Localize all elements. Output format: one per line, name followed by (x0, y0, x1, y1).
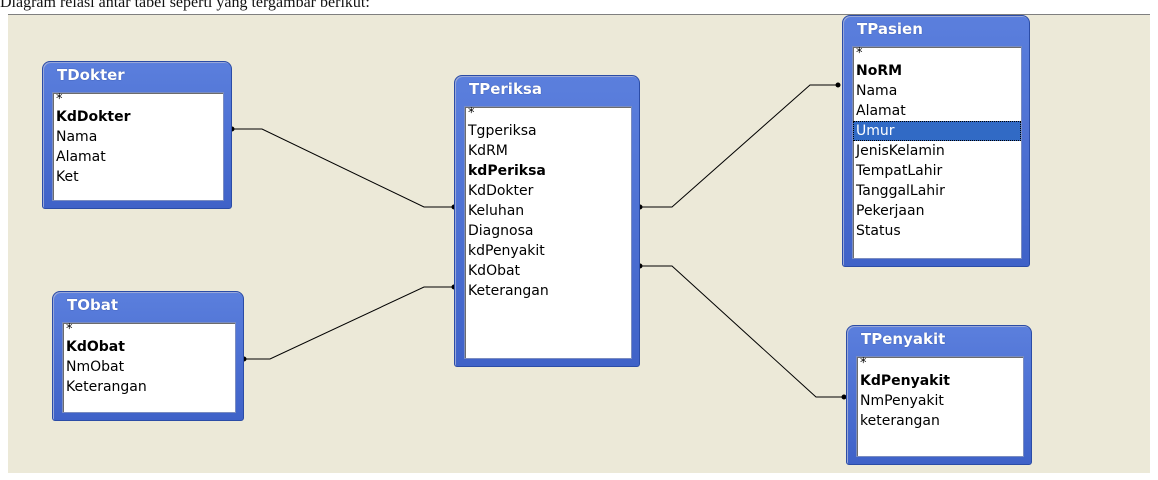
link-dokter-periksa (229, 126, 457, 210)
field-tpenyakit-kdpenyakit[interactable]: KdPenyakit (857, 371, 1023, 391)
relationships-canvas[interactable]: TDokter * KdDokter Nama Alamat Ket TObat * Kd… (8, 14, 1150, 473)
field-tobat-keterangan[interactable]: Keterangan (63, 377, 235, 397)
field-tpasien-umur[interactable]: Umur (853, 121, 1021, 141)
table-tpenyakit[interactable]: TPenyakit * KdPenyakit NmPenyakit keteranga… (846, 325, 1032, 465)
field-tperiksa-keluhan[interactable]: Keluhan (465, 201, 631, 221)
table-tperiksa[interactable]: TPeriksa * Tgperiksa KdRM kdPeriksa KdDokter… (454, 75, 640, 367)
table-title-tdokter[interactable]: TDokter (57, 62, 125, 88)
field-tpasien-all-fields[interactable]: * (853, 47, 1021, 61)
field-tperiksa-diagnosa[interactable]: Diagnosa (465, 221, 631, 241)
field-tobat-kdobat[interactable]: KdObat (63, 337, 235, 357)
table-title-tobat[interactable]: TObat (67, 292, 118, 318)
field-tdokter-ket[interactable]: Ket (53, 167, 223, 187)
table-title-tperiksa[interactable]: TPeriksa (469, 76, 542, 102)
field-tperiksa-all-fields[interactable]: * (465, 107, 631, 121)
field-list-tdokter[interactable]: * KdDokter Nama Alamat Ket (52, 92, 224, 201)
field-tdokter-alamat[interactable]: Alamat (53, 147, 223, 167)
field-list-tpenyakit[interactable]: * KdPenyakit NmPenyakit keterangan (856, 356, 1024, 457)
field-tdokter-nama[interactable]: Nama (53, 127, 223, 147)
table-title-tpenyakit[interactable]: TPenyakit (861, 326, 945, 352)
field-tdokter-kddokter[interactable]: KdDokter (53, 107, 223, 127)
field-tpasien-tempatlahir[interactable]: TempatLahir (853, 161, 1021, 181)
field-tperiksa-kdpenyakit[interactable]: kdPenyakit (465, 241, 631, 261)
field-tpenyakit-keterangan[interactable]: keterangan (857, 411, 1023, 431)
field-tpenyakit-all-fields[interactable]: * (857, 357, 1023, 371)
table-tobat[interactable]: TObat * KdObat NmObat Keterangan (52, 291, 244, 421)
field-tpasien-alamat[interactable]: Alamat (853, 101, 1021, 121)
field-tperiksa-kddokter[interactable]: KdDokter (465, 181, 631, 201)
field-tpasien-tanggallahir[interactable]: TanggalLahir (853, 181, 1021, 201)
field-tpasien-pekerjaan[interactable]: Pekerjaan (853, 201, 1021, 221)
table-tpasien[interactable]: TPasien * NoRM Nama Alamat Umur JenisKelamin T… (842, 15, 1030, 267)
caption-text: Diagram relasi antar tabel seperti yang … (0, 0, 370, 11)
field-tobat-nmobat[interactable]: NmObat (63, 357, 235, 377)
field-list-tpasien[interactable]: * NoRM Nama Alamat Umur JenisKelamin TempatLah… (852, 46, 1022, 259)
field-tpasien-nama[interactable]: Nama (853, 81, 1021, 101)
field-list-tperiksa[interactable]: * Tgperiksa KdRM kdPeriksa KdDokter Keluhan Di… (464, 106, 632, 359)
field-tpasien-norm[interactable]: NoRM (853, 61, 1021, 81)
link-obat-periksa (241, 284, 457, 362)
field-list-tobat[interactable]: * KdObat NmObat Keterangan (62, 322, 236, 413)
table-title-tpasien[interactable]: TPasien (857, 16, 923, 42)
field-tperiksa-kdrm[interactable]: KdRM (465, 141, 631, 161)
field-tdokter-all-fields[interactable]: * (53, 93, 223, 107)
field-tpasien-status[interactable]: Status (853, 221, 1021, 241)
link-periksa-pasien (637, 82, 841, 210)
field-tperiksa-keterangan[interactable]: Keterangan (465, 281, 631, 301)
link-periksa-penyakit (637, 263, 847, 400)
field-tobat-all-fields[interactable]: * (63, 323, 235, 337)
field-tperiksa-kdobat[interactable]: KdObat (465, 261, 631, 281)
field-tpasien-jeniskelamin[interactable]: JenisKelamin (853, 141, 1021, 161)
field-tperiksa-tgperiksa[interactable]: Tgperiksa (465, 121, 631, 141)
field-tpenyakit-nmpenyakit[interactable]: NmPenyakit (857, 391, 1023, 411)
table-tdokter[interactable]: TDokter * KdDokter Nama Alamat Ket (42, 61, 232, 209)
field-tperiksa-kdperiksa[interactable]: kdPeriksa (465, 161, 631, 181)
